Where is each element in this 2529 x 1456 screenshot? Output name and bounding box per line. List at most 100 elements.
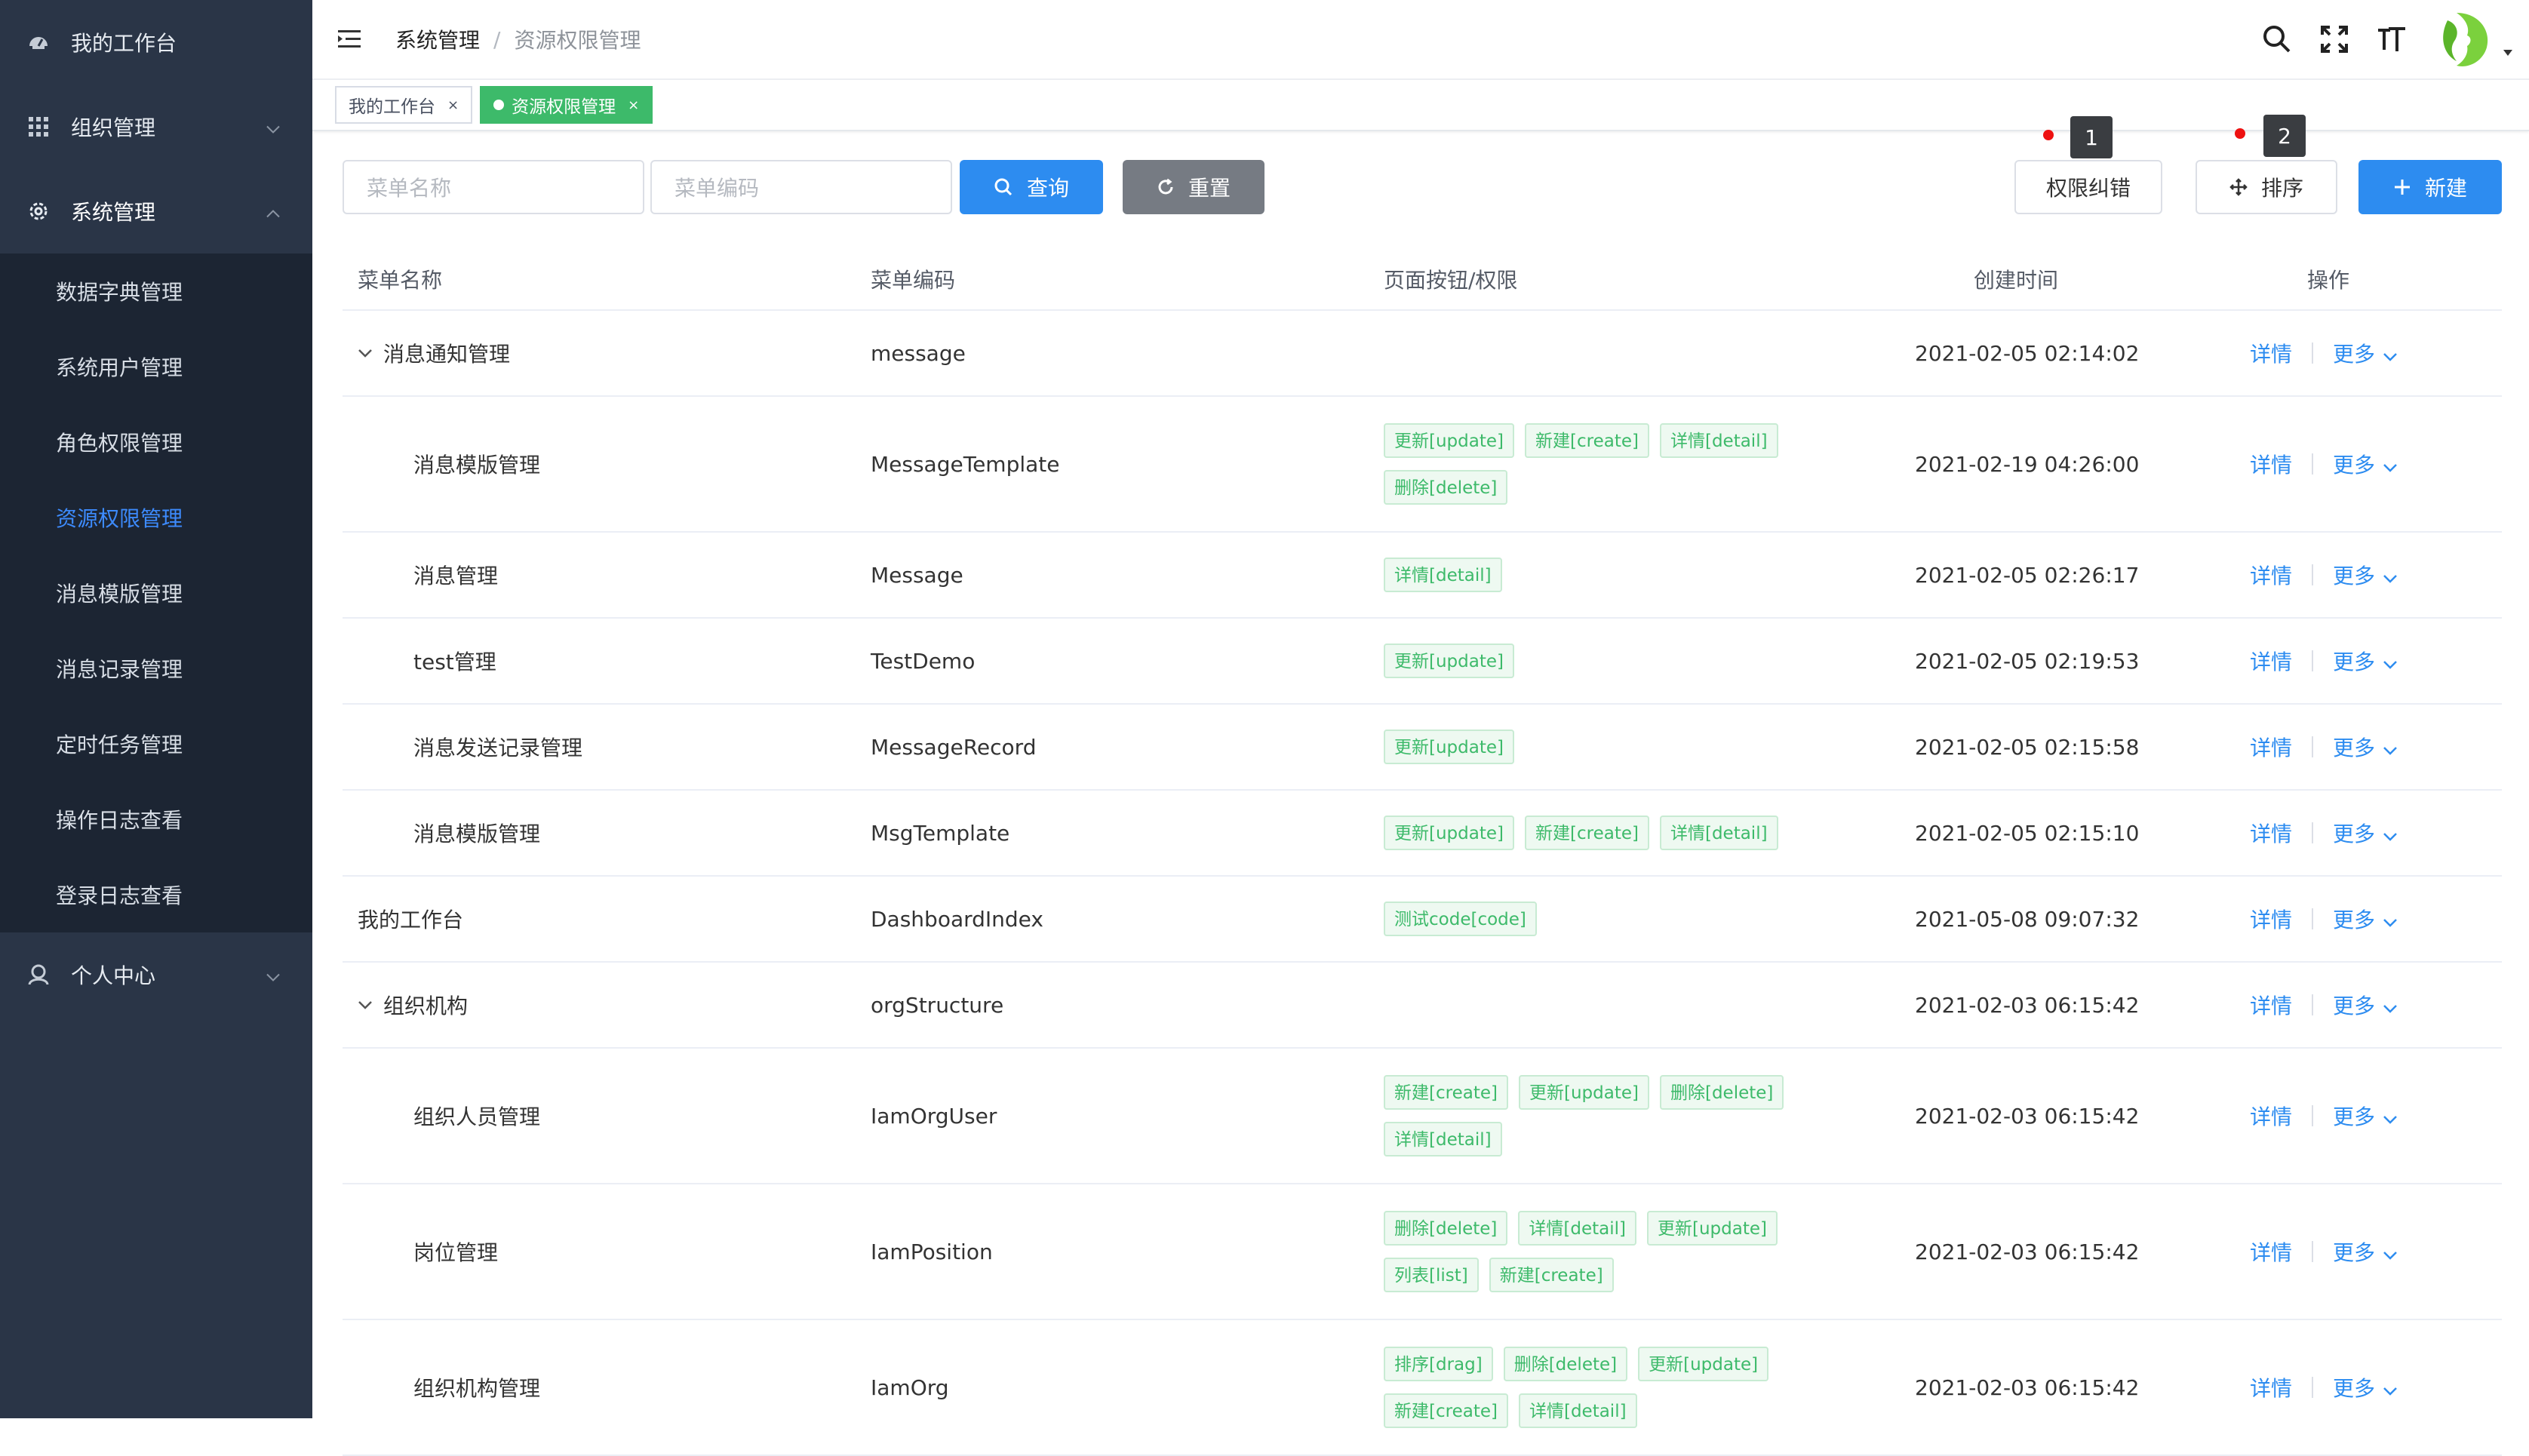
breadcrumb-parent[interactable]: 系统管理 — [395, 24, 480, 54]
more-dropdown[interactable]: 更多 — [2333, 1372, 2398, 1402]
menu-fold-icon[interactable] — [335, 24, 365, 54]
cell-actions: 详情 更多 — [2250, 1049, 2398, 1183]
more-dropdown[interactable]: 更多 — [2333, 560, 2398, 590]
cell-name: 组织人员管理 — [413, 1049, 540, 1183]
table-row: 消息发送记录管理 MessageRecord 更新[update] 2021-02-0… — [343, 705, 2502, 791]
fix-permission-button[interactable]: 权限纠错 — [2014, 160, 2162, 214]
reset-button[interactable]: 重置 — [1123, 160, 1264, 214]
gear-icon — [27, 200, 50, 223]
menu-system[interactable]: 系统管理 — [0, 169, 312, 253]
sidebar-item-resource[interactable]: 资源权限管理 — [0, 480, 312, 555]
more-dropdown[interactable]: 更多 — [2333, 338, 2398, 368]
row-created-time: 2021-02-05 02:15:10 — [1915, 820, 2140, 846]
more-dropdown[interactable]: 更多 — [2333, 904, 2398, 934]
detail-link[interactable]: 详情 — [2250, 560, 2292, 590]
detail-link[interactable]: 详情 — [2250, 1372, 2292, 1402]
chevron-down-icon — [2383, 463, 2398, 472]
refresh-icon — [1157, 178, 1175, 196]
detail-link[interactable]: 详情 — [2250, 818, 2292, 848]
row-code: IamOrgUser — [871, 1103, 997, 1129]
more-dropdown[interactable]: 更多 — [2333, 1236, 2398, 1267]
permission-tag: 删除[delete] — [1503, 1347, 1628, 1381]
search-icon[interactable] — [2260, 23, 2294, 56]
more-dropdown[interactable]: 更多 — [2333, 646, 2398, 676]
chevron-down-icon — [2383, 832, 2398, 841]
row-created-time: 2021-02-05 02:14:02 — [1915, 340, 2140, 366]
sidebar-item-msg-record[interactable]: 消息记录管理 — [0, 631, 312, 706]
expand-icon[interactable] — [358, 1000, 373, 1009]
more-dropdown[interactable]: 更多 — [2333, 1101, 2398, 1131]
cell-permissions: 更新[update] 新建[create] 详情[detail] 删除[delete] — [1384, 397, 1836, 531]
permission-tag: 更新[update] — [1384, 423, 1514, 458]
divider — [2312, 908, 2314, 929]
cell-actions: 详情 更多 — [2250, 877, 2398, 961]
sidebar-item-user[interactable]: 系统用户管理 — [0, 329, 312, 404]
sidebar-item-msg-template[interactable]: 消息模版管理 — [0, 555, 312, 631]
sidebar-item-loginlog[interactable]: 登录日志查看 — [0, 857, 312, 932]
close-icon[interactable]: × — [447, 97, 459, 113]
menu-personal[interactable]: 个人中心 — [0, 932, 312, 1017]
sort-button[interactable]: 排序 — [2196, 160, 2337, 214]
detail-link[interactable]: 详情 — [2250, 1101, 2292, 1131]
more-label: 更多 — [2333, 453, 2376, 478]
menu-code-input[interactable]: 菜单编码 — [650, 160, 952, 214]
menu-org[interactable]: 组织管理 — [0, 84, 312, 169]
sidebar-item-oplog[interactable]: 操作日志查看 — [0, 782, 312, 857]
sidebar-item-schedule[interactable]: 定时任务管理 — [0, 706, 312, 782]
sidebar-item-role[interactable]: 角色权限管理 — [0, 404, 312, 480]
row-name: 组织人员管理 — [413, 1104, 541, 1129]
tag-workbench[interactable]: 我的工作台 × — [335, 86, 473, 124]
detail-link[interactable]: 详情 — [2250, 904, 2292, 934]
row-code: orgStructure — [871, 992, 1004, 1018]
step-badge-1: 1 — [2070, 116, 2113, 158]
menu-workbench[interactable]: 我的工作台 — [0, 0, 312, 84]
more-label: 更多 — [2333, 564, 2376, 588]
detail-link[interactable]: 详情 — [2250, 646, 2292, 676]
badge-dot — [2043, 130, 2054, 140]
sidebar-item-dict[interactable]: 数据字典管理 — [0, 253, 312, 329]
font-size-icon[interactable] — [2375, 23, 2408, 56]
sidebar: 我的工作台 组织管理 系统管理 数据字典管理 系统用户管理 角色权限管理 资源权… — [0, 0, 312, 1418]
row-created-time: 2021-02-19 04:26:00 — [1915, 451, 2140, 477]
cell-name: 组织机构管理 — [413, 1320, 540, 1454]
query-button[interactable]: 查询 — [960, 160, 1103, 214]
cell-actions: 详情 更多 — [2250, 791, 2398, 875]
more-label: 更多 — [2333, 994, 2376, 1018]
caret-down-icon[interactable] — [2502, 47, 2514, 59]
more-label: 更多 — [2333, 1376, 2376, 1401]
more-dropdown[interactable]: 更多 — [2333, 818, 2398, 848]
search-icon — [994, 177, 1013, 197]
cell-permissions — [1384, 963, 1836, 1047]
detail-link[interactable]: 详情 — [2250, 338, 2292, 368]
menu-name-input[interactable]: 菜单名称 — [343, 160, 644, 214]
fullscreen-icon[interactable] — [2318, 23, 2351, 56]
permission-tag: 更新[update] — [1384, 816, 1514, 850]
cell-actions: 详情 更多 — [2250, 533, 2398, 617]
row-created-time: 2021-02-05 02:15:58 — [1915, 734, 2140, 760]
more-dropdown[interactable]: 更多 — [2333, 990, 2398, 1020]
tag-current[interactable]: 资源权限管理 × — [480, 86, 653, 124]
detail-link[interactable]: 详情 — [2250, 990, 2292, 1020]
more-dropdown[interactable]: 更多 — [2333, 732, 2398, 762]
sort-label: 排序 — [2260, 176, 2303, 201]
tag-workbench-label: 我的工作台 — [349, 97, 435, 117]
close-icon[interactable]: × — [628, 97, 639, 113]
chevron-down-icon — [2383, 660, 2398, 669]
cell-permissions: 详情[detail] — [1384, 533, 1836, 617]
more-dropdown[interactable]: 更多 — [2333, 449, 2398, 479]
col-time: 创建时间 — [1974, 268, 2059, 293]
expand-icon[interactable] — [358, 349, 373, 358]
detail-link[interactable]: 详情 — [2250, 449, 2292, 479]
col-perm: 页面按钮/权限 — [1384, 268, 1518, 293]
divider — [2312, 453, 2314, 475]
cell-actions: 详情 更多 — [2250, 1184, 2398, 1319]
create-button[interactable]: 新建 — [2358, 160, 2502, 214]
more-label: 更多 — [2333, 822, 2376, 846]
query-label: 查询 — [1026, 176, 1069, 201]
detail-link[interactable]: 详情 — [2250, 1236, 2292, 1267]
detail-link[interactable]: 详情 — [2250, 732, 2292, 762]
create-label: 新建 — [2424, 176, 2467, 201]
cell-permissions: 删除[delete] 详情[detail] 更新[update] 列表[list] 新建… — [1384, 1184, 1836, 1319]
dashboard-icon — [27, 31, 50, 54]
avatar[interactable] — [2434, 8, 2496, 70]
